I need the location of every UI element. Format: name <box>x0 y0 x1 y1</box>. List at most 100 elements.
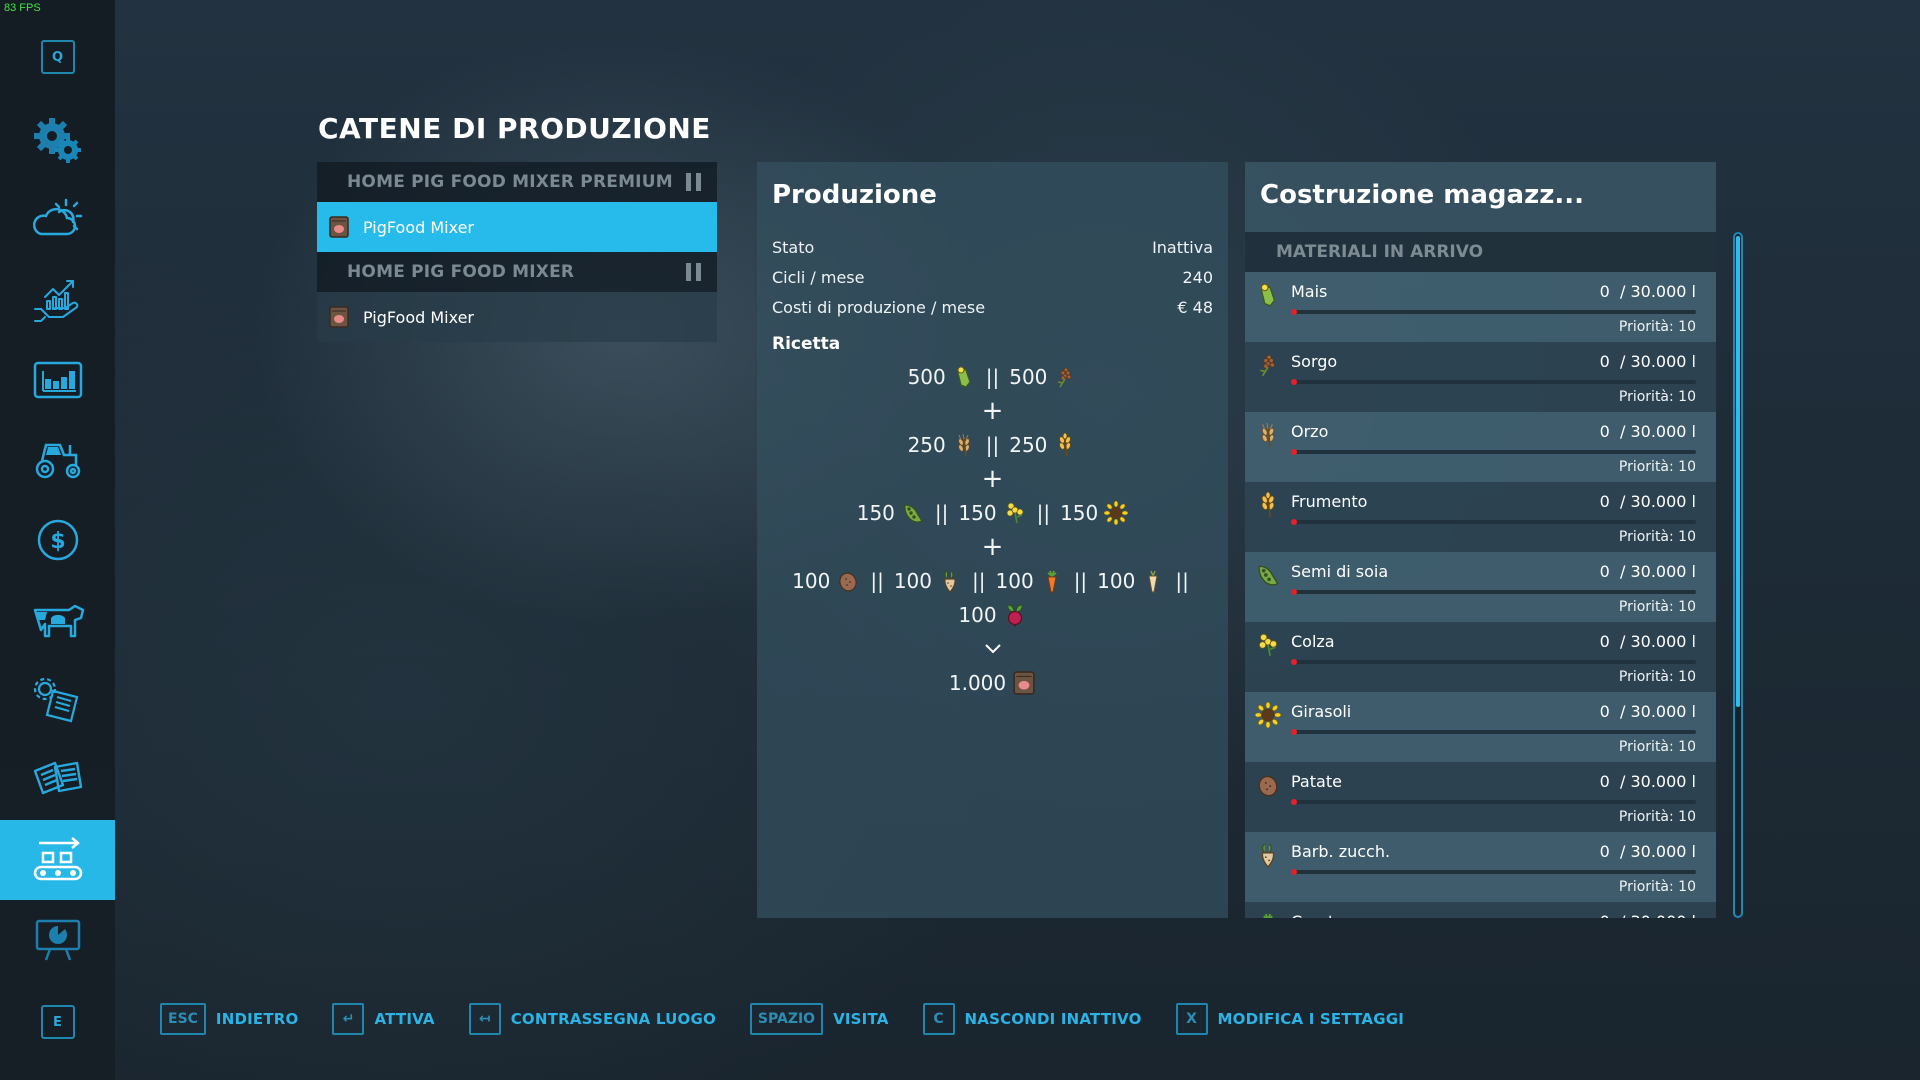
pigfood-bag-icon <box>329 306 349 328</box>
price-trend-hand-icon <box>33 280 78 322</box>
storage-scrollbar[interactable] <box>1733 232 1743 918</box>
recipe-title: Ricetta <box>772 334 841 354</box>
footer-button-contrassegna-luogo[interactable]: ↤ CONTRASSEGNA LUOGO <box>468 1003 716 1035</box>
chain-item[interactable]: PigFood Mixer <box>317 292 717 342</box>
recipe-ingredient: 250 <box>1009 433 1077 457</box>
plus-sign: + <box>981 464 1004 494</box>
material-name: Girasoli <box>1291 702 1352 721</box>
material-priority: Priorità: 10 <box>1618 529 1696 545</box>
plus-sign: + <box>981 532 1004 562</box>
stat-label: Stato <box>772 237 815 257</box>
footer-button-label: NASCONDI INATTIVO <box>964 1010 1142 1028</box>
footer-button-attiva[interactable]: ↵ ATTIVA <box>332 1003 435 1035</box>
footer-actions: ESC INDIETRO ↵ ATTIVA ↤ CONTRASSEGNA LUOGO SPA… <box>160 1003 1438 1035</box>
chain-group-title: HOME PIG FOOD MIXER PREMIUM <box>347 172 673 192</box>
or-separator: || <box>870 569 884 593</box>
ingredient-amount: 150 <box>856 501 895 525</box>
footer-button-label: VISITA <box>833 1010 889 1028</box>
chain-item-selected[interactable]: PigFood Mixer <box>317 202 717 252</box>
sidebar-item-contracts[interactable] <box>0 660 115 740</box>
material-fill-bar <box>1291 589 1696 595</box>
material-priority: Priorità: 10 <box>1618 809 1696 825</box>
scrollbar-thumb[interactable] <box>1736 236 1740 707</box>
footer-button-visita[interactable]: SPAZIO VISITA <box>749 1003 889 1035</box>
chain-group-header[interactable]: HOME PIG FOOD MIXER <box>317 252 717 292</box>
cow-icon <box>33 604 84 638</box>
stat-label: Costi di produzione / mese <box>772 297 986 317</box>
sidebar-item-weather[interactable] <box>0 180 115 260</box>
stat-value: Inattiva <box>1152 237 1213 257</box>
chain-group-header[interactable]: HOME PIG FOOD MIXER PREMIUM <box>317 162 717 202</box>
material-priority: Priorità: 10 <box>1618 599 1696 615</box>
ingredient-amount: 500 <box>1009 365 1048 389</box>
ingredient-amount: 100 <box>792 569 831 593</box>
fill-level <box>1291 379 1297 385</box>
sidebar-item-statistics[interactable] <box>0 340 115 420</box>
canola-icon <box>1003 501 1027 525</box>
recipe-ingredient: 1.000 <box>949 671 1036 695</box>
sidebar-item-prices[interactable] <box>0 260 115 340</box>
potato-icon <box>836 569 860 593</box>
material-row[interactable]: Semi di soia 0 / 30.000 l Priorità: 10 <box>1245 552 1716 622</box>
chain-item-label: PigFood Mixer <box>363 217 474 237</box>
or-separator: || <box>985 433 1000 457</box>
material-row[interactable]: Mais 0 / 30.000 l Priorità: 10 <box>1245 272 1716 342</box>
wheat-icon <box>1053 433 1077 457</box>
material-row[interactable]: Colza 0 / 30.000 l Priorità: 10 <box>1245 622 1716 692</box>
presentation-help-icon <box>35 919 80 961</box>
documents-icon <box>33 761 82 795</box>
material-priority: Priorità: 10 <box>1618 879 1696 895</box>
footer-button-indietro[interactable]: ESC INDIETRO <box>160 1003 298 1035</box>
red-beet-icon <box>1003 603 1027 627</box>
material-row[interactable]: Patate 0 / 30.000 l Priorità: 10 <box>1245 762 1716 832</box>
sidebar-item-vehicles[interactable] <box>0 420 115 500</box>
tractor-icon <box>35 443 80 479</box>
footer-button-modifica-i-settaggi[interactable]: X MODIFICA I SETTAGGI <box>1175 1003 1405 1035</box>
production-title: Produzione <box>772 180 937 210</box>
material-row[interactable]: Sorgo 0 / 30.000 l Priorità: 10 <box>1245 342 1716 412</box>
soybean-icon <box>901 501 925 525</box>
sugarbeet-icon <box>1255 842 1281 870</box>
sidebar-item-production[interactable] <box>0 820 115 900</box>
ingredient-amount: 100 <box>893 569 933 593</box>
material-row[interactable]: Barb. zucch. 0 / 30.000 l Priorità: 10 <box>1245 832 1716 902</box>
plus-sign: + <box>981 396 1004 426</box>
sidebar-item-animals[interactable] <box>0 580 115 660</box>
stat-label: Cicli / mese <box>772 267 865 287</box>
fill-level <box>1291 589 1297 595</box>
material-quantity: 0 / 30.000 l <box>1599 282 1696 301</box>
weather-icon <box>32 198 82 236</box>
or-separator: || <box>972 569 986 593</box>
material-row[interactable]: Frumento 0 / 30.000 l Priorità: 10 <box>1245 482 1716 552</box>
canola-icon <box>1255 632 1281 660</box>
sidebar: Q $ E <box>0 0 115 1080</box>
material-row[interactable]: Girasoli 0 / 30.000 l Priorità: 10 <box>1245 692 1716 762</box>
or-separator: || <box>1073 569 1088 593</box>
recipe-line: 1.000 <box>772 666 1213 700</box>
fps-counter: 83 FPS <box>4 2 41 14</box>
recipe-ingredient: 500 <box>908 365 976 389</box>
sidebar-key-q[interactable]: Q <box>0 17 115 97</box>
or-separator: || <box>934 501 949 525</box>
chain-item-label: PigFood Mixer <box>363 307 474 327</box>
soybean-icon <box>1255 562 1281 590</box>
material-priority: Priorità: 10 <box>1618 319 1696 335</box>
material-row[interactable]: Orzo 0 / 30.000 l Priorità: 10 <box>1245 412 1716 482</box>
maize-icon <box>952 365 976 389</box>
sidebar-item-settings[interactable] <box>0 100 115 180</box>
material-quantity: 0 / 30.000 l <box>1599 492 1696 511</box>
page-title: CATENE DI PRODUZIONE <box>318 112 711 145</box>
sidebar-key-e[interactable]: E <box>0 982 115 1062</box>
ingredient-amount: 250 <box>1009 433 1048 457</box>
pause-icon <box>686 173 701 191</box>
footer-button-nascondi-inattivo[interactable]: C NASCONDI INATTIVO <box>922 1003 1142 1035</box>
sidebar-item-tasks[interactable] <box>0 740 115 820</box>
production-panel: Produzione Stato Inattiva Cicli / mese 2… <box>757 162 1228 918</box>
material-row[interactable]: Carote0 / 30.000 lPriorità: 10 <box>1245 902 1716 918</box>
sidebar-item-finances[interactable]: $ <box>0 500 115 580</box>
key-q-badge: Q <box>40 40 75 74</box>
storage-panel: Costruzione magazz... MATERIALI IN ARRIV… <box>1245 162 1716 918</box>
incoming-materials-header: MATERIALI IN ARRIVO <box>1245 232 1716 272</box>
production-chain-list: HOME PIG FOOD MIXER PREMIUM PigFood Mixe… <box>317 162 717 342</box>
sidebar-item-help[interactable] <box>0 900 115 980</box>
